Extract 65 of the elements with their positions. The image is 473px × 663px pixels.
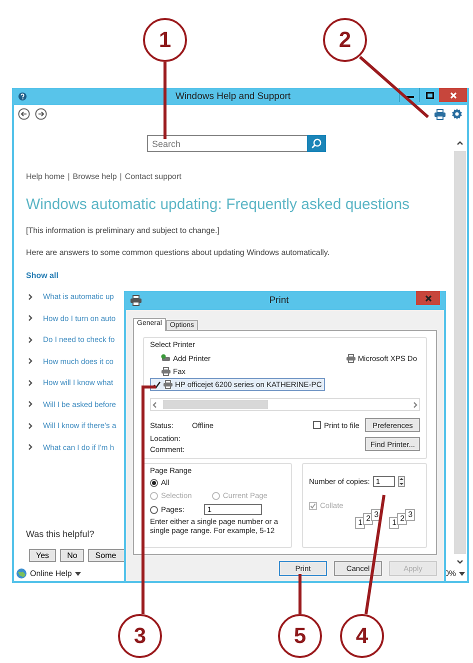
caret-icon bbox=[74, 572, 81, 576]
search-field[interactable]: Search bbox=[147, 135, 307, 152]
chevron-icon bbox=[26, 292, 34, 300]
chevron-icon bbox=[26, 400, 34, 408]
close-button[interactable] bbox=[439, 88, 467, 102]
dialog-title: Print bbox=[268, 295, 290, 306]
radio-button[interactable] bbox=[150, 506, 158, 514]
close-icon bbox=[424, 294, 432, 302]
chevron-icon bbox=[26, 314, 34, 322]
separator-text: | bbox=[120, 172, 122, 181]
checkbox[interactable] bbox=[312, 421, 321, 429]
callout-number: 2 bbox=[323, 18, 367, 62]
chevron-icon bbox=[26, 357, 34, 365]
chevron-icon bbox=[26, 422, 34, 430]
close-icon bbox=[450, 92, 456, 98]
scrollbar[interactable] bbox=[150, 398, 420, 411]
printer-icon[interactable] bbox=[434, 108, 446, 120]
scroll-thumb[interactable] bbox=[454, 151, 466, 554]
callout-number: 4 bbox=[340, 614, 384, 658]
callout-number: 3 bbox=[118, 614, 162, 658]
printer-icon bbox=[161, 367, 171, 376]
scroll-left-icon bbox=[151, 400, 159, 408]
printer-icon bbox=[163, 380, 173, 389]
nav-link[interactable]: Help home bbox=[26, 172, 65, 181]
check-icon bbox=[310, 502, 316, 508]
search-icon bbox=[311, 138, 322, 149]
help-globe-icon bbox=[16, 568, 27, 579]
spinner-icon[interactable] bbox=[398, 476, 405, 487]
online-help-menu[interactable]: Online Help bbox=[30, 569, 72, 578]
paragraph: Here are answers to some common questions about updating Windows automatically. bbox=[26, 248, 331, 257]
close-button[interactable] bbox=[416, 291, 440, 305]
leader-line bbox=[298, 574, 302, 614]
scroll-up-icon bbox=[456, 139, 464, 147]
page-heading: Windows automatic updating: Frequently asked questions bbox=[26, 196, 411, 213]
check-icon bbox=[153, 380, 161, 388]
nav-link[interactable]: Contact support bbox=[124, 172, 182, 181]
feedback-button[interactable]: Yes bbox=[29, 549, 56, 562]
chevron-icon bbox=[26, 336, 34, 344]
add-printer-icon bbox=[161, 354, 171, 363]
scroll-right-icon bbox=[411, 400, 419, 408]
settings-icon[interactable] bbox=[451, 108, 463, 120]
separator-text: | bbox=[68, 172, 70, 181]
show-all-link[interactable]: Show all bbox=[26, 271, 453, 280]
chevron-icon bbox=[26, 443, 34, 451]
help-icon bbox=[18, 92, 27, 101]
radio-button[interactable] bbox=[150, 478, 158, 486]
callout-number: 1 bbox=[143, 18, 187, 62]
feedback-button[interactable]: No bbox=[60, 549, 84, 562]
feedback-question: Was this helpful? bbox=[26, 529, 94, 539]
scroll-down-icon bbox=[456, 558, 464, 566]
window-title: Windows Help and Support bbox=[174, 91, 292, 102]
back-icon[interactable] bbox=[18, 108, 30, 120]
paragraph: [This information is preliminary and subject to change.] bbox=[26, 226, 220, 235]
leader-line bbox=[359, 56, 429, 118]
maximize-icon bbox=[426, 92, 434, 98]
callout-number: 5 bbox=[278, 614, 322, 658]
caret-icon bbox=[459, 572, 465, 576]
page-number: 3 bbox=[405, 509, 416, 521]
chevron-icon bbox=[26, 378, 34, 386]
nav-link[interactable]: Browse help bbox=[72, 172, 117, 181]
printer-icon bbox=[346, 354, 356, 363]
scroll-thumb[interactable] bbox=[163, 400, 268, 409]
forward-icon[interactable] bbox=[35, 108, 47, 120]
search-button[interactable] bbox=[307, 135, 326, 152]
printer-icon bbox=[130, 295, 142, 306]
